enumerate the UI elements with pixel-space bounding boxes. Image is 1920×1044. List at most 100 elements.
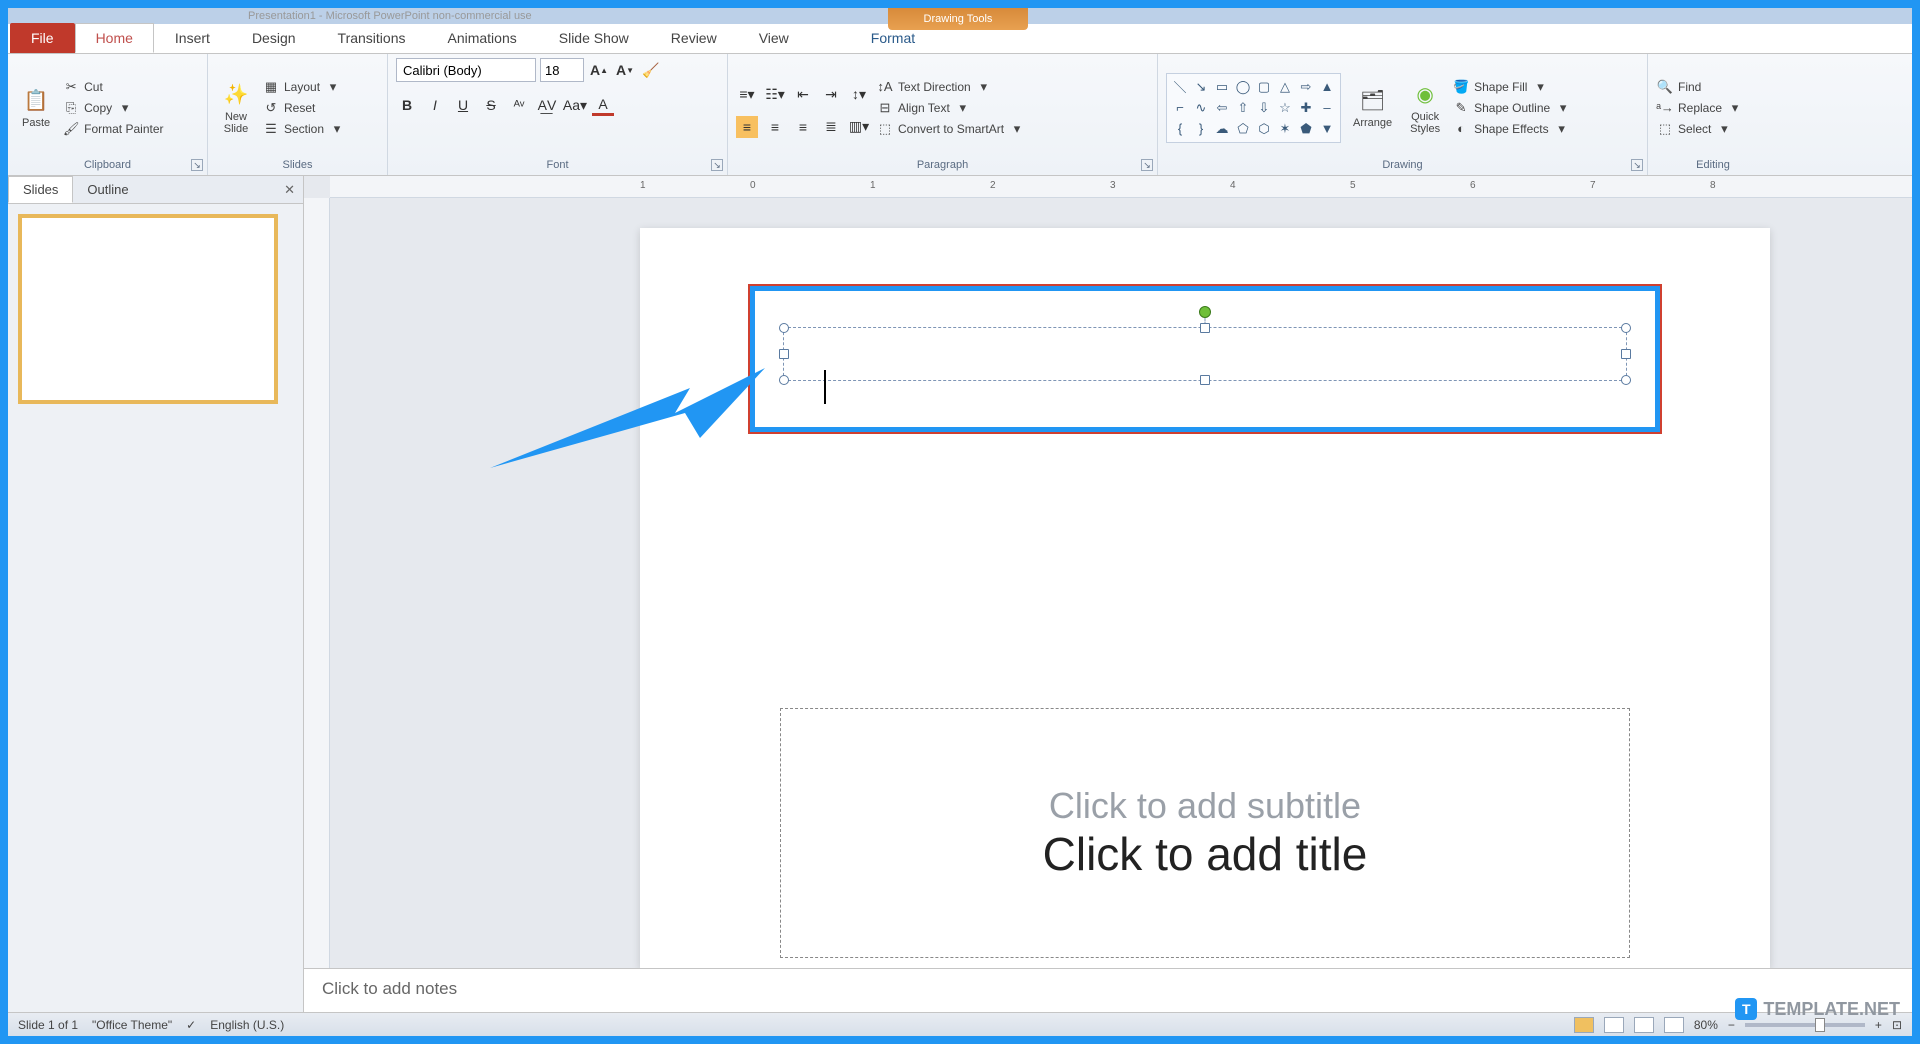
rotate-handle[interactable]	[1199, 306, 1211, 318]
shape-star-icon[interactable]: ☆	[1276, 99, 1294, 117]
shape-scroll-mid-icon[interactable]: –	[1318, 99, 1336, 117]
view-slideshow-button[interactable]	[1664, 1017, 1684, 1033]
shape-connector-icon[interactable]: ⌐	[1171, 99, 1189, 117]
shape-rarrow-icon[interactable]: ⇨	[1297, 78, 1315, 96]
italic-button[interactable]: I	[424, 94, 446, 116]
bullets-button[interactable]: ≡▾	[736, 84, 758, 106]
zoom-slider[interactable]	[1745, 1023, 1865, 1027]
sidepane-tab-slides[interactable]: Slides	[8, 176, 73, 203]
underline-button[interactable]: U	[452, 94, 474, 116]
title-textbox[interactable]	[783, 327, 1627, 381]
numbering-button[interactable]: ☷▾	[764, 84, 786, 106]
sidepane-tab-outline[interactable]: Outline	[73, 177, 142, 202]
columns-button[interactable]: ▥▾	[848, 116, 870, 138]
new-slide-button[interactable]: ✨ New Slide	[216, 77, 256, 139]
shape-uarrow-icon[interactable]: ⇧	[1234, 99, 1252, 117]
format-painter-button[interactable]: 🖌Format Painter	[62, 120, 163, 138]
tab-review[interactable]: Review	[650, 23, 738, 53]
shape-triangle-icon[interactable]: △	[1276, 78, 1294, 96]
subtitle-placeholder-box[interactable]: Click to add subtitle Click to add title	[780, 708, 1630, 958]
slide-thumbnail-1[interactable]	[18, 214, 278, 404]
status-language[interactable]: English (U.S.)	[210, 1018, 284, 1032]
text-direction-button[interactable]: ↕AText Direction▾	[876, 78, 1026, 96]
resize-handle-bm[interactable]	[1200, 375, 1210, 385]
notes-pane[interactable]: Click to add notes	[304, 968, 1912, 1012]
paragraph-launcher[interactable]: ↘	[1141, 159, 1153, 171]
shape-line-icon[interactable]: ＼	[1171, 78, 1189, 96]
resize-handle-tr[interactable]	[1621, 323, 1631, 333]
shape-brace2-icon[interactable]: }	[1192, 120, 1210, 138]
tab-home[interactable]: Home	[75, 23, 154, 53]
shape-scroll-down-icon[interactable]: ▼	[1318, 120, 1336, 138]
indent-dec-button[interactable]: ⇤	[792, 84, 814, 106]
drawing-launcher[interactable]: ↘	[1631, 159, 1643, 171]
shape-plus-icon[interactable]: ✚	[1297, 99, 1315, 117]
shape-outline-button[interactable]: ✎Shape Outline▾	[1452, 99, 1572, 117]
resize-handle-br[interactable]	[1621, 375, 1631, 385]
tab-insert[interactable]: Insert	[154, 23, 231, 53]
status-spellcheck-icon[interactable]: ✓	[186, 1018, 196, 1032]
shadow-button[interactable]: ᴬᵛ	[508, 94, 530, 116]
shape-darrow-icon[interactable]: ⇩	[1255, 99, 1273, 117]
align-right-button[interactable]: ≡	[792, 116, 814, 138]
shape-arrow-icon[interactable]: ↘	[1192, 78, 1210, 96]
convert-smartart-button[interactable]: ⬚Convert to SmartArt▾	[876, 120, 1026, 138]
resize-handle-ml[interactable]	[779, 349, 789, 359]
zoom-out-button[interactable]: −	[1728, 1018, 1735, 1032]
align-text-button[interactable]: ⊟Align Text▾	[876, 99, 1026, 117]
slide[interactable]: Click to add subtitle Click to add title	[640, 228, 1770, 968]
grow-font-button[interactable]: A▲	[588, 59, 610, 81]
shape-larrow-icon[interactable]: ⇦	[1213, 99, 1231, 117]
tab-slideshow[interactable]: Slide Show	[538, 23, 650, 53]
shrink-font-button[interactable]: A▼	[614, 59, 636, 81]
resize-handle-bl[interactable]	[779, 375, 789, 385]
shape-action-icon[interactable]: ⬠	[1234, 120, 1252, 138]
font-size-input[interactable]	[540, 58, 584, 82]
shape-oval-icon[interactable]: ◯	[1234, 78, 1252, 96]
shape-fill-button[interactable]: 🪣Shape Fill▾	[1452, 78, 1572, 96]
spacing-button[interactable]: A͟V	[536, 94, 558, 116]
shape-scroll-up-icon[interactable]: ▲	[1318, 78, 1336, 96]
find-button[interactable]: 🔍Find	[1656, 78, 1744, 96]
clear-format-button[interactable]: 🧹	[640, 59, 662, 81]
section-button[interactable]: ☰Section▾	[262, 120, 346, 138]
align-center-button[interactable]: ≡	[764, 116, 786, 138]
paste-button[interactable]: 📋 Paste	[16, 83, 56, 133]
tab-animations[interactable]: Animations	[426, 23, 537, 53]
quick-styles-button[interactable]: ◉Quick Styles	[1404, 77, 1446, 139]
shape-effects-button[interactable]: ◐Shape Effects▾	[1452, 120, 1572, 138]
font-name-input[interactable]	[396, 58, 536, 82]
shape-curve-icon[interactable]: ∿	[1192, 99, 1210, 117]
shape-brace-icon[interactable]: {	[1171, 120, 1189, 138]
shape-roundrect-icon[interactable]: ▢	[1255, 78, 1273, 96]
shapes-gallery[interactable]: ＼↘▭◯▢△⇨▲ ⌐∿⇦⇧⇩☆✚– {}☁⬠⬡✶⬟▼	[1166, 73, 1341, 143]
resize-handle-tm[interactable]	[1200, 323, 1210, 333]
shape-rect-icon[interactable]: ▭	[1213, 78, 1231, 96]
tab-view[interactable]: View	[738, 23, 810, 53]
case-button[interactable]: Aa▾	[564, 94, 586, 116]
cut-button[interactable]: ✂Cut	[62, 78, 163, 96]
strike-button[interactable]: S	[480, 94, 502, 116]
replace-button[interactable]: ᵃ→Replace▾	[1656, 99, 1744, 117]
reset-button[interactable]: ↺Reset	[262, 99, 346, 117]
view-normal-button[interactable]	[1574, 1017, 1594, 1033]
font-color-button[interactable]: A	[592, 94, 614, 116]
shape-misc3-icon[interactable]: ⬟	[1297, 120, 1315, 138]
view-sorter-button[interactable]	[1604, 1017, 1624, 1033]
shape-misc1-icon[interactable]: ⬡	[1255, 120, 1273, 138]
line-spacing-button[interactable]: ↕▾	[848, 84, 870, 106]
font-launcher[interactable]: ↘	[711, 159, 723, 171]
slide-canvas[interactable]: Click to add subtitle Click to add title	[330, 198, 1912, 968]
clipboard-launcher[interactable]: ↘	[191, 159, 203, 171]
tab-transitions[interactable]: Transitions	[317, 23, 427, 53]
select-button[interactable]: ⬚Select▾	[1656, 120, 1744, 138]
shape-callout-icon[interactable]: ☁	[1213, 120, 1231, 138]
resize-handle-mr[interactable]	[1621, 349, 1631, 359]
shape-misc2-icon[interactable]: ✶	[1276, 120, 1294, 138]
copy-button[interactable]: ⎘Copy▾	[62, 99, 163, 117]
sidepane-close-button[interactable]: ✕	[276, 182, 303, 198]
resize-handle-tl[interactable]	[779, 323, 789, 333]
view-reading-button[interactable]	[1634, 1017, 1654, 1033]
indent-inc-button[interactable]: ⇥	[820, 84, 842, 106]
layout-button[interactable]: ▦Layout▾	[262, 78, 346, 96]
